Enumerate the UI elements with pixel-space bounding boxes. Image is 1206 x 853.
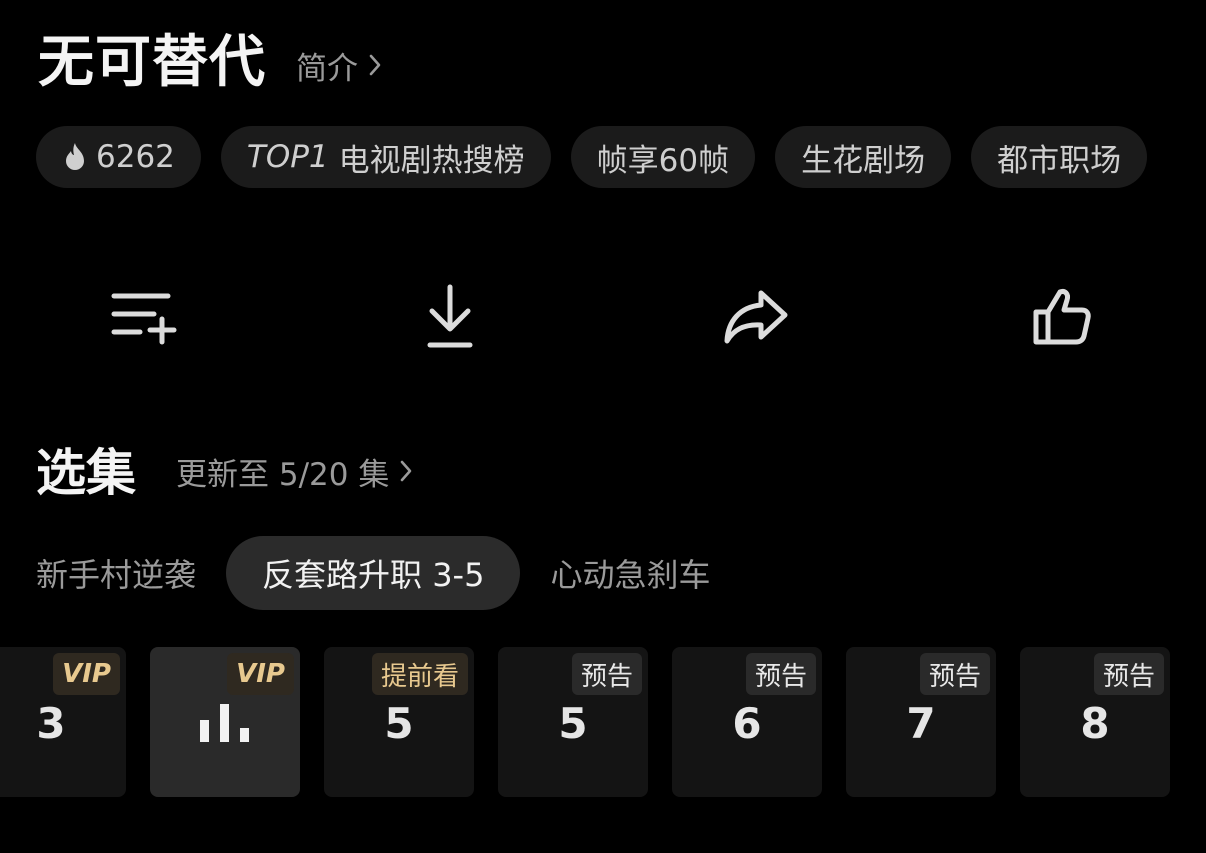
genre-tag[interactable]: 都市职场 [971,126,1148,188]
episode-card-playing[interactable]: VIP [150,647,300,797]
preview-badge: 预告 [1093,653,1164,695]
segment-tab[interactable]: 心动急刹车 [550,536,710,610]
episode-card[interactable]: 预告 5 [498,647,648,797]
fire-icon [62,142,88,172]
thumbs-up-icon [1033,289,1091,345]
add-to-playlist-icon [111,293,177,345]
like-button[interactable] [1022,276,1102,356]
chevron-right-icon [401,460,412,482]
download-button[interactable] [410,276,490,356]
ranking-prefix: TOP1 [246,139,329,175]
update-status: 更新至 5/20 集 [176,456,390,493]
heat-tag[interactable]: 6262 [36,126,201,188]
frame-rate-tag[interactable]: 帧享60帧 [570,126,756,188]
chevron-right-icon [369,54,381,76]
segment-tab-active[interactable]: 反套路升职 3-5 [226,536,521,610]
preview-badge: 预告 [571,653,642,695]
share-button[interactable] [716,276,796,356]
episode-card[interactable]: VIP 3 [0,647,126,797]
add-to-playlist-button[interactable] [103,276,183,356]
intro-link[interactable]: 简介 [296,43,382,88]
early-access-badge: 提前看 [371,653,468,695]
episode-card[interactable]: 预告 6 [672,647,822,797]
genre-label: 都市职场 [997,142,1122,179]
episode-number: 3 [36,699,66,748]
episodes-title: 选集 [36,444,136,502]
tags-row: 6262 TOP1 电视剧热搜榜 帧享60帧 生花剧场 都市职场 [36,126,1148,188]
theater-label: 生花剧场 [801,142,926,179]
heat-count: 6262 [96,139,175,175]
episode-number: 8 [1080,699,1110,748]
episode-number: 5 [558,699,588,748]
episode-number: 7 [906,699,936,748]
download-icon [427,284,473,348]
drama-detail-page: 无可替代 简介 6262 TOP1 电视剧热搜榜 帧享60帧 生花剧场 都市职场… [0,0,1206,853]
segment-tab[interactable]: 新手村逆袭 [36,536,196,610]
title-row: 无可替代 简介 [38,28,382,98]
vip-badge: VIP [227,653,294,695]
intro-label: 简介 [296,50,358,87]
share-icon [724,290,788,344]
episode-number: 6 [732,699,762,748]
episode-number: 5 [384,699,414,748]
frame-rate-label: 帧享60帧 [596,142,730,179]
show-title: 无可替代 [38,30,266,95]
preview-badge: 预告 [745,653,816,695]
ranking-tag[interactable]: TOP1 电视剧热搜榜 [220,126,551,188]
episode-cards: VIP 3 VIP 提前看 5 预告 5 预告 6 预告 7 预告 8 [0,647,1206,797]
playing-bars-icon [200,704,249,742]
action-bar [0,276,1206,366]
preview-badge: 预告 [919,653,990,695]
episodes-header: 选集 更新至 5/20 集 [36,434,413,504]
episode-card[interactable]: 预告 8 [1020,647,1170,797]
episodes-update-link[interactable]: 更新至 5/20 集 [176,449,413,494]
vip-badge: VIP [53,653,120,695]
episode-card[interactable]: 预告 7 [846,647,996,797]
episode-segments: 新手村逆袭 反套路升职 3-5 心动急刹车 [36,536,710,610]
theater-tag[interactable]: 生花剧场 [775,126,952,188]
episode-card[interactable]: 提前看 5 [324,647,474,797]
ranking-label: 电视剧热搜榜 [338,142,525,179]
